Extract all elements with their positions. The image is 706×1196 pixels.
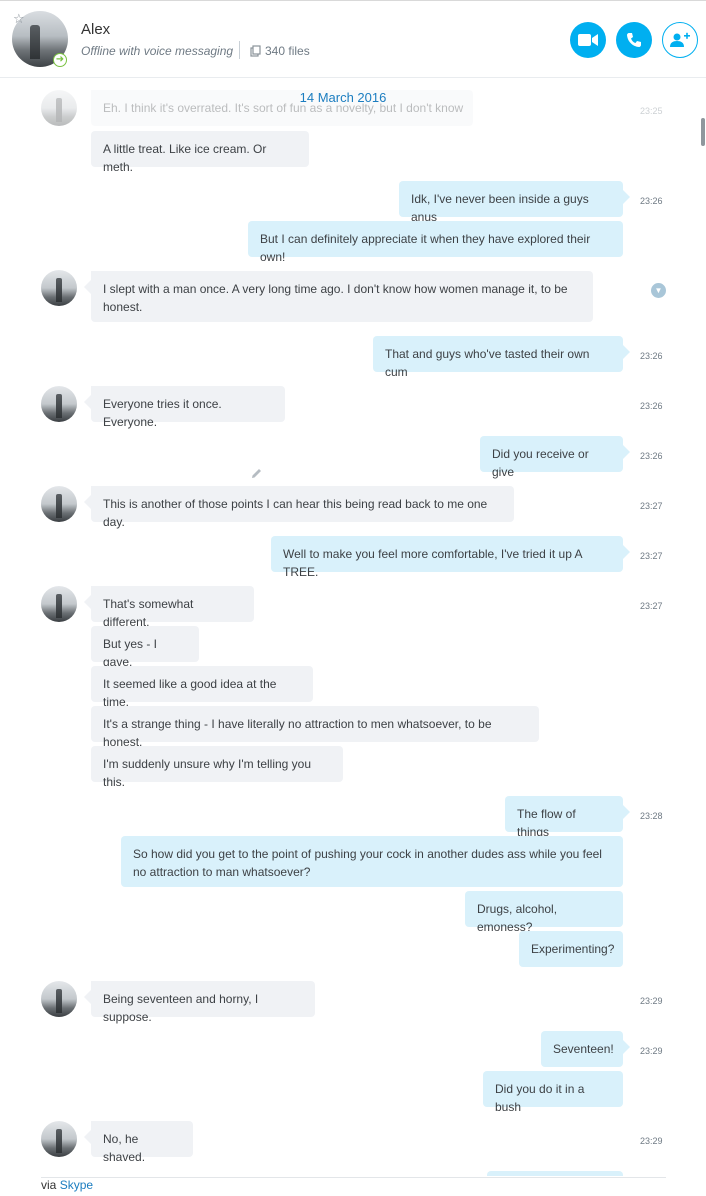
message-bubble-incoming[interactable]: This is another of those points I can he…	[84, 486, 514, 529]
video-camera-icon	[578, 34, 598, 46]
footer-divider	[41, 1177, 666, 1178]
sender-avatar[interactable]	[41, 486, 77, 522]
message-timestamp: 23:29	[640, 1136, 663, 1146]
message-bubble-outgoing[interactable]: Well to make you feel more comfortable, …	[271, 536, 630, 579]
message-bubble-incoming[interactable]: It seemed like a good idea at the time.	[91, 666, 313, 709]
contact-status: Offline with voice messaging	[81, 44, 234, 58]
message-bubble-incoming[interactable]: I slept with a man once. A very long tim…	[84, 271, 593, 322]
message-bubble-incoming[interactable]: It's a strange thing - I have literally …	[91, 706, 539, 749]
message-bubble-outgoing[interactable]: But I can definitely appreciate it when …	[248, 221, 623, 264]
message-bubble-outgoing[interactable]: Seventeen!	[541, 1031, 630, 1067]
message-timestamp: 23:27	[640, 501, 663, 511]
message-timestamp: 23:28	[640, 811, 663, 821]
date-divider: 14 March 2016	[299, 90, 387, 105]
via-label: via	[41, 1178, 60, 1192]
message-bubble-outgoing[interactable]: Drugs, alcohol, emoness?	[465, 891, 623, 934]
message-timestamp: 23:27	[640, 551, 663, 561]
chevron-down-icon[interactable]: ▼	[651, 283, 666, 298]
chat-header: ☆ ➜ Alex Offline with voice messaging 34…	[0, 0, 706, 78]
video-call-button[interactable]	[570, 22, 606, 58]
sender-avatar[interactable]	[41, 981, 77, 1017]
sender-avatar[interactable]	[41, 270, 77, 306]
message-bubble-incoming[interactable]: Everyone tries it once. Everyone.	[84, 386, 285, 429]
message-timestamp: 23:26	[640, 401, 663, 411]
offline-forward-status-icon: ➜	[53, 53, 67, 67]
star-favorite-icon[interactable]: ☆	[13, 12, 27, 26]
sender-avatar[interactable]	[41, 586, 77, 622]
message-bubble-outgoing[interactable]: That and guys who've tasted their own cu…	[373, 336, 630, 379]
conversation-pane[interactable]: Eh. I think it's overrated. It's sort of…	[0, 78, 706, 1176]
message-timestamp: 23:29	[640, 1046, 663, 1056]
message-timestamp: 23:26	[640, 351, 663, 361]
message-bubble-outgoing[interactable]: Idk, I've never been inside a guys anus	[399, 181, 630, 224]
message-bubble-outgoing[interactable]: So how did you get to the point of pushi…	[121, 836, 623, 887]
scrollbar-thumb[interactable]	[701, 118, 705, 146]
message-bubble-outgoing[interactable]: Did you receive or give	[480, 436, 630, 479]
audio-call-button[interactable]	[616, 22, 652, 58]
message-bubble-outgoing[interactable]: The flow of things	[505, 796, 630, 839]
message-bubble-outgoing[interactable]: Experimenting?	[519, 931, 623, 967]
message-timestamp: 23:26	[640, 196, 663, 206]
shared-files-count[interactable]: 340 files	[265, 44, 310, 58]
message-bubble-outgoing[interactable]: Did you do it in a bush	[483, 1071, 623, 1114]
add-people-button[interactable]	[662, 22, 698, 58]
message-bubble-incoming[interactable]: That's somewhat different,	[84, 586, 254, 629]
message-bubble-incoming[interactable]: No, he shaved.	[84, 1121, 193, 1164]
pencil-edited-icon	[252, 469, 261, 478]
message-bubble-incoming[interactable]: A little treat. Like ice cream. Or meth.	[91, 131, 309, 174]
via-footer: via Skype	[41, 1178, 93, 1192]
message-timestamp: 23:26	[640, 451, 663, 461]
message-timestamp: 23:29	[640, 996, 663, 1006]
skype-link[interactable]: Skype	[60, 1178, 93, 1192]
message-bubble-outgoing[interactable]	[487, 1171, 623, 1176]
contact-name[interactable]: Alex	[81, 21, 110, 38]
sender-avatar[interactable]	[41, 386, 77, 422]
message-bubble-incoming[interactable]: But yes - I gave.	[91, 626, 199, 669]
files-icon[interactable]	[250, 45, 261, 57]
message-timestamp: 23:25	[640, 106, 663, 116]
message-bubble-incoming[interactable]: I'm suddenly unsure why I'm telling you …	[91, 746, 343, 789]
add-person-icon	[670, 32, 690, 47]
message-bubble-incoming[interactable]: Being seventeen and horny, I suppose.	[84, 981, 315, 1024]
phone-icon	[627, 33, 641, 47]
header-divider	[239, 41, 240, 59]
sender-avatar[interactable]	[41, 1121, 77, 1157]
message-timestamp: 23:27	[640, 601, 663, 611]
